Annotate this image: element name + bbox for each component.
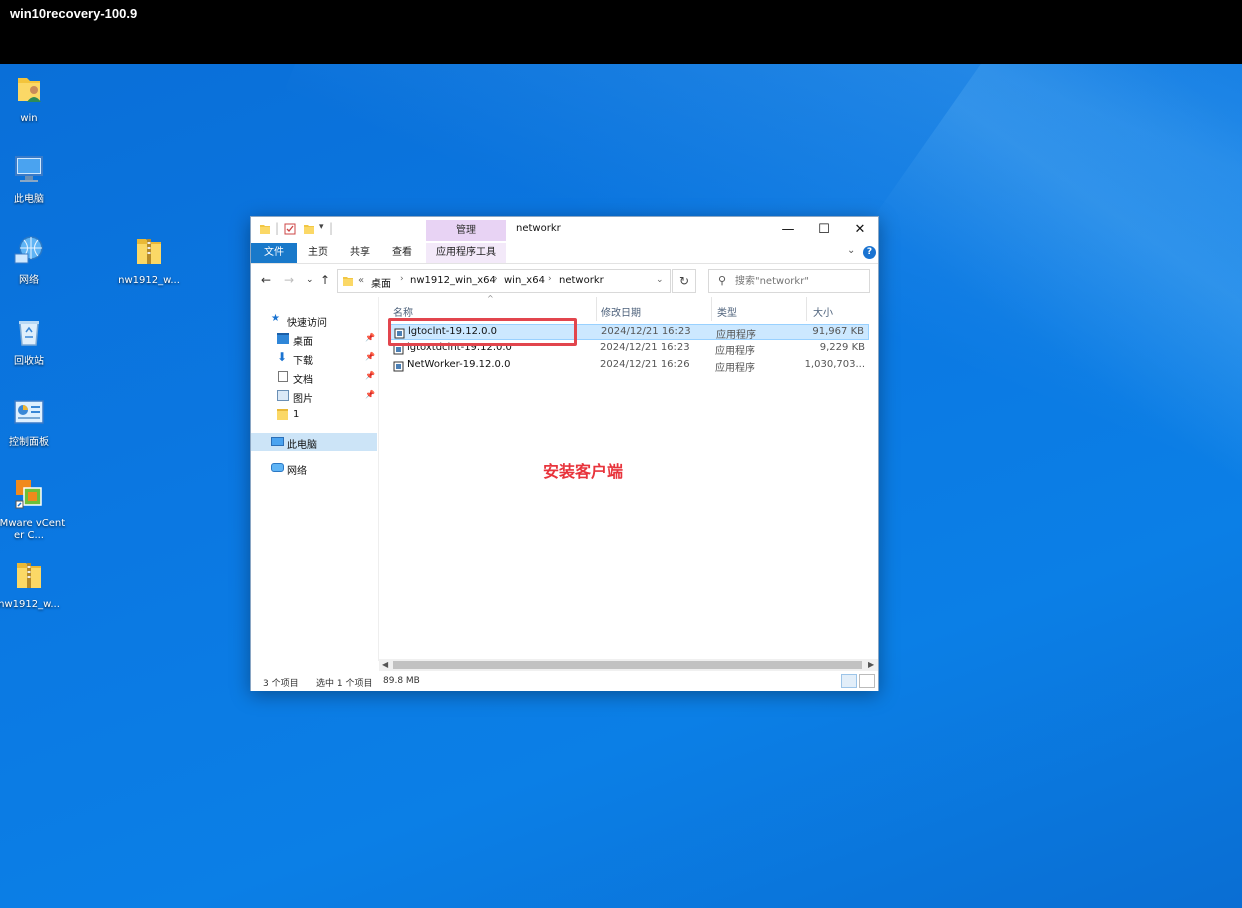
folder-icon (277, 409, 288, 420)
desktop-icon-nw1912-zip-2[interactable]: nw1912_w... (0, 558, 67, 611)
close-button[interactable]: ✕ (842, 217, 878, 243)
search-icon: ⚲ (718, 274, 727, 287)
desktop-icon-recycle-bin[interactable]: 回收站 (0, 315, 67, 368)
star-icon: ★ (271, 313, 280, 324)
context-tab-manage[interactable]: 管理 (426, 220, 506, 241)
breadcrumb-networkr[interactable]: networkr (559, 275, 604, 286)
annotation-install-client: 安装客户端 (543, 462, 624, 481)
session-title-bar: win10recovery-100.9 (0, 0, 1242, 64)
window-title-bar[interactable]: | ▾ | 管理 networkr — ☐ ✕ (251, 217, 878, 243)
sort-ascending-icon: ^ (487, 294, 494, 303)
nav-network[interactable]: 网络 (251, 459, 377, 477)
details-view-button[interactable] (841, 674, 857, 688)
minimize-button[interactable]: — (770, 217, 806, 243)
tab-file[interactable]: 文件 (251, 243, 297, 263)
status-size: 89.8 MB (383, 676, 420, 686)
horizontal-scrollbar[interactable]: ◀ ▶ (379, 659, 878, 671)
computer-icon (271, 437, 284, 446)
tab-view[interactable]: 查看 (385, 243, 419, 263)
navigation-pane: ★ 快速访问 桌面 📌 ⬇ 下载 📌 文档 📌 图片 📌 1 此电脑 网络 (251, 297, 379, 661)
navigation-bar: ← → ⌄ ↑ « 桌面 › nw1912_win_x64 › win_x64 … (251, 265, 878, 297)
computer-icon (15, 156, 43, 182)
properties-icon[interactable] (284, 223, 296, 235)
nav-item-desktop[interactable]: 桌面 📌 (251, 330, 377, 348)
desktop-icon (277, 333, 289, 344)
search-input[interactable] (735, 273, 865, 289)
back-arrow-icon[interactable]: ← (261, 273, 271, 287)
zip-folder-icon (17, 563, 41, 588)
picture-icon (277, 390, 289, 401)
pin-icon: 📌 (365, 371, 375, 380)
up-arrow-icon[interactable]: ↑ (320, 273, 330, 287)
forward-arrow-icon[interactable]: → (284, 273, 294, 287)
folder-icon (260, 225, 270, 234)
customize-quick-access-icon[interactable]: ▾ (319, 222, 324, 232)
help-icon[interactable]: ? (863, 246, 876, 259)
address-bar[interactable]: « 桌面 › nw1912_win_x64 › win_x64 › networ… (337, 269, 671, 293)
chevron-right-icon[interactable]: › (494, 274, 498, 284)
refresh-button[interactable]: ↻ (672, 269, 696, 293)
network-icon (14, 236, 43, 264)
nav-item-folder-1[interactable]: 1 (251, 406, 377, 424)
maximize-button[interactable]: ☐ (806, 217, 842, 243)
nav-item-pictures[interactable]: 图片 📌 (251, 387, 377, 405)
chevron-right-icon[interactable]: › (548, 274, 552, 284)
download-icon: ⬇ (277, 350, 288, 364)
desktop-icon-control-panel[interactable]: 控制面板 (0, 396, 67, 449)
nav-this-pc[interactable]: 此电脑 (251, 433, 377, 451)
status-selection: 选中 1 个项目 (316, 679, 373, 689)
breadcrumb-overflow[interactable]: « (358, 275, 364, 286)
vmware-icon (15, 480, 42, 509)
breadcrumb-nw1912-win-x64[interactable]: nw1912_win_x64 (410, 275, 496, 286)
column-header-date[interactable]: 修改日期 (601, 304, 641, 322)
pin-icon: 📌 (365, 333, 375, 342)
breadcrumb-desktop[interactable]: 桌面 (371, 275, 391, 290)
file-row-networker[interactable]: NetWorker-19.12.0.0 2024/12/21 16:26 应用程… (389, 358, 869, 374)
user-folder-icon (18, 78, 41, 102)
nav-item-downloads[interactable]: ⬇ 下载 📌 (251, 349, 377, 367)
search-box[interactable]: ⚲ (708, 269, 870, 293)
ribbon-tabs: 文件 主页 共享 查看 应用程序工具 ⌄ ? (251, 243, 878, 264)
nav-quick-access[interactable]: ★ 快速访问 (251, 311, 377, 329)
desktop-icon-this-pc[interactable]: 此电脑 (0, 153, 67, 206)
tab-share[interactable]: 共享 (343, 243, 377, 263)
pin-icon: 📌 (365, 390, 375, 399)
zip-folder-icon (137, 239, 161, 264)
session-title: win10recovery-100.9 (10, 6, 138, 21)
status-item-count: 3 个项目 (263, 679, 299, 689)
scrollbar-thumb[interactable] (393, 661, 862, 669)
network-icon (271, 463, 284, 472)
document-icon (278, 371, 288, 382)
address-dropdown-icon[interactable]: ⌄ (656, 275, 664, 285)
large-icons-view-button[interactable] (859, 674, 875, 688)
explorer-window: | ▾ | 管理 networkr — ☐ ✕ 文件 主页 共享 查看 应用程序… (250, 216, 879, 691)
status-bar: 3 个项目 选中 1 个项目 89.8 MB (251, 671, 878, 691)
file-list: 名称 ^ 修改日期 类型 大小 lgtoclnt-19.12.0.0 2024/… (379, 294, 878, 671)
installer-icon (393, 361, 404, 372)
annotation-highlight-box (388, 318, 577, 346)
column-header-type[interactable]: 类型 (717, 304, 737, 322)
desktop-icon-nw1912-zip-1[interactable]: nw1912_w... (111, 234, 187, 287)
desktop-icon-network[interactable]: 网络 (0, 234, 67, 287)
tab-home[interactable]: 主页 (301, 243, 335, 263)
folder-icon (343, 277, 353, 286)
recycle-bin-icon (19, 321, 39, 346)
nav-item-documents[interactable]: 文档 📌 (251, 368, 377, 386)
expand-ribbon-icon[interactable]: ⌄ (847, 245, 855, 256)
scroll-right-icon[interactable]: ▶ (868, 659, 874, 671)
breadcrumb-win-x64[interactable]: win_x64 (504, 275, 545, 286)
desktop-icon-win[interactable]: win (0, 72, 67, 125)
new-folder-icon[interactable] (303, 223, 315, 235)
tab-application-tools[interactable]: 应用程序工具 (426, 243, 506, 263)
control-panel-icon (14, 400, 44, 424)
chevron-right-icon[interactable]: › (400, 274, 404, 284)
window-title: networkr (516, 223, 561, 234)
pin-icon: 📌 (365, 352, 375, 361)
recent-locations-icon[interactable]: ⌄ (306, 275, 314, 285)
column-header-size[interactable]: 大小 (813, 304, 833, 322)
desktop-icon-vmware[interactable]: VMware vCenter C... (0, 477, 67, 542)
scroll-left-icon[interactable]: ◀ (382, 659, 388, 671)
